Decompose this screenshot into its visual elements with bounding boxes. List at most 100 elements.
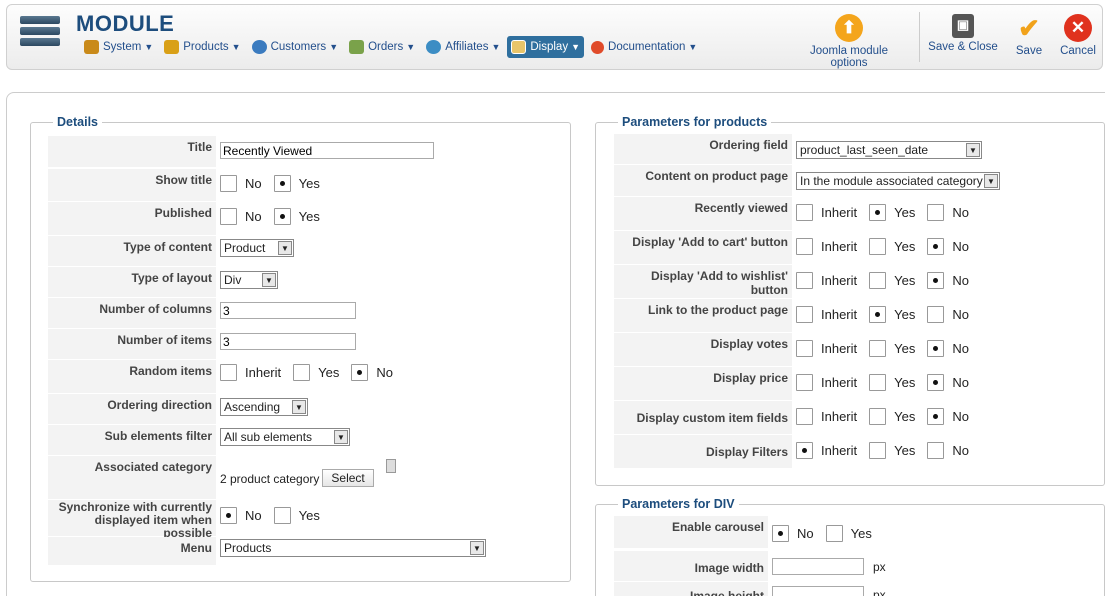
radio-button[interactable] xyxy=(796,340,813,357)
radio-button[interactable] xyxy=(220,175,237,192)
radio-button[interactable] xyxy=(869,374,887,391)
chevron-down-icon: ▼ xyxy=(334,430,348,444)
published-no[interactable]: No xyxy=(220,208,266,225)
image-height-input[interactable] xyxy=(772,586,864,596)
show-title-no[interactable]: No xyxy=(220,175,266,192)
radio-button[interactable] xyxy=(220,208,237,225)
add-wishlist-inherit[interactable]: Inherit xyxy=(796,272,861,289)
radio-button[interactable] xyxy=(796,272,813,289)
radio-button[interactable] xyxy=(927,306,945,323)
save-close-button[interactable]: ▣ Save & Close xyxy=(928,14,998,53)
ordering-field-label: Ordering field xyxy=(614,134,792,164)
votes-yes[interactable]: Yes xyxy=(869,340,919,357)
ordering-field-select[interactable]: product_last_seen_date ▼ xyxy=(796,141,982,159)
price-inherit[interactable]: Inherit xyxy=(796,374,861,391)
filters-inherit[interactable]: Inherit xyxy=(796,442,861,459)
radio-button[interactable] xyxy=(869,442,887,459)
radio-button[interactable] xyxy=(869,340,887,357)
recently-viewed-yes[interactable]: Yes xyxy=(869,204,919,221)
radio-button[interactable] xyxy=(273,175,291,192)
sub-filter-select[interactable]: All sub elements ▼ xyxy=(220,428,350,446)
select-category-button[interactable]: Select xyxy=(322,469,374,487)
radio-button[interactable] xyxy=(796,408,813,425)
save-button[interactable]: ✔ Save xyxy=(1011,14,1047,57)
add-wishlist-no[interactable]: No xyxy=(927,272,973,289)
add-wishlist-yes[interactable]: Yes xyxy=(869,272,919,289)
custom-fields-no[interactable]: No xyxy=(927,408,973,425)
trash-icon[interactable] xyxy=(385,459,396,473)
radio-button[interactable] xyxy=(351,364,369,381)
radio-button[interactable] xyxy=(869,204,887,221)
link-page-no[interactable]: No xyxy=(927,306,973,323)
add-cart-no[interactable]: No xyxy=(927,238,973,255)
radio-button[interactable] xyxy=(825,525,843,542)
custom-fields-yes[interactable]: Yes xyxy=(869,408,919,425)
sync-yes[interactable]: Yes xyxy=(273,507,324,524)
radio-button[interactable] xyxy=(869,306,887,323)
link-page-yes[interactable]: Yes xyxy=(869,306,919,323)
radio-button[interactable] xyxy=(869,272,887,289)
radio-button[interactable] xyxy=(927,272,945,289)
menu-orders[interactable]: Orders ▼ xyxy=(345,36,419,58)
recently-viewed-no[interactable]: No xyxy=(927,204,973,221)
filters-no[interactable]: No xyxy=(927,442,973,459)
radio-button[interactable] xyxy=(796,238,813,255)
price-no[interactable]: No xyxy=(927,374,973,391)
menu-customers[interactable]: Customers ▼ xyxy=(248,36,343,58)
image-width-input[interactable] xyxy=(772,558,864,575)
menu-products[interactable]: Products ▼ xyxy=(160,36,244,58)
menu-display[interactable]: Display ▼ xyxy=(507,36,585,58)
cancel-button[interactable]: ✕ Cancel xyxy=(1058,14,1098,57)
custom-fields-row: Display custom item fields Inherit Yes N… xyxy=(614,401,981,434)
votes-no[interactable]: No xyxy=(927,340,973,357)
type-layout-select[interactable]: Div ▼ xyxy=(220,271,278,289)
recently-viewed-inherit[interactable]: Inherit xyxy=(796,204,861,221)
ordering-dir-select[interactable]: Ascending ▼ xyxy=(220,398,308,416)
radio-button[interactable] xyxy=(796,204,813,221)
radio-button[interactable] xyxy=(772,525,789,542)
votes-inherit[interactable]: Inherit xyxy=(796,340,861,357)
carousel-yes[interactable]: Yes xyxy=(825,525,876,542)
add-cart-inherit[interactable]: Inherit xyxy=(796,238,861,255)
radio-button[interactable] xyxy=(796,374,813,391)
radio-button[interactable] xyxy=(927,408,945,425)
link-page-inherit[interactable]: Inherit xyxy=(796,306,861,323)
radio-button[interactable] xyxy=(927,340,945,357)
show-title-label: Show title xyxy=(48,169,216,201)
radio-button[interactable] xyxy=(869,408,887,425)
published-yes[interactable]: Yes xyxy=(273,208,324,225)
menu-system[interactable]: System ▼ xyxy=(80,36,157,58)
radio-button[interactable] xyxy=(927,204,945,221)
price-yes[interactable]: Yes xyxy=(869,374,919,391)
radio-button[interactable] xyxy=(927,374,945,391)
type-content-select[interactable]: Product ▼ xyxy=(220,239,294,257)
radio-button[interactable] xyxy=(273,507,291,524)
carousel-no[interactable]: No xyxy=(772,525,818,542)
random-inherit[interactable]: Inherit xyxy=(220,364,285,381)
add-cart-yes[interactable]: Yes xyxy=(869,238,919,255)
filters-yes[interactable]: Yes xyxy=(869,442,919,459)
content-page-select[interactable]: In the module associated category ▼ xyxy=(796,172,1000,190)
menu-affiliates[interactable]: Affiliates ▼ xyxy=(422,36,504,58)
radio-button[interactable] xyxy=(293,364,311,381)
radio-button[interactable] xyxy=(927,238,945,255)
sync-no[interactable]: No xyxy=(220,507,266,524)
random-no[interactable]: No xyxy=(351,364,397,381)
menu-documentation[interactable]: Documentation ▼ xyxy=(587,36,701,58)
radio-button[interactable] xyxy=(796,306,813,323)
radio-button[interactable] xyxy=(927,442,945,459)
menu-select[interactable]: Products ▼ xyxy=(220,539,486,557)
radio-button[interactable] xyxy=(869,238,887,255)
radio-button[interactable] xyxy=(220,507,237,524)
custom-fields-inherit[interactable]: Inherit xyxy=(796,408,861,425)
radio-button[interactable] xyxy=(273,208,291,225)
radio-button[interactable] xyxy=(796,442,813,459)
num-columns-input[interactable] xyxy=(220,302,356,319)
random-yes[interactable]: Yes xyxy=(293,364,343,381)
caret-down-icon: ▼ xyxy=(491,42,501,52)
radio-button[interactable] xyxy=(220,364,237,381)
show-title-yes[interactable]: Yes xyxy=(273,175,324,192)
num-items-input[interactable] xyxy=(220,333,356,350)
title-input[interactable] xyxy=(220,142,434,159)
module-options-button[interactable]: ⬆ Joomla module options xyxy=(793,14,905,69)
